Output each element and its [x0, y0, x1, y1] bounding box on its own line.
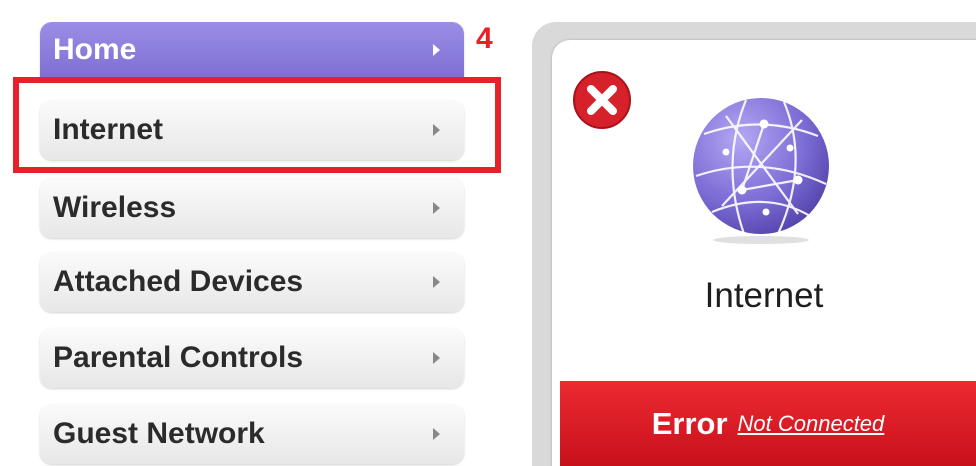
menu-item-wireless[interactable]: Wireless [40, 178, 464, 238]
chevron-right-icon [433, 352, 440, 364]
menu-item-label: Guest Network [53, 417, 265, 450]
menu-item-home[interactable]: Home [40, 22, 464, 77]
chevron-right-icon [433, 276, 440, 288]
menu-item-label: Attached Devices [53, 265, 304, 298]
chevron-right-icon [433, 202, 440, 214]
menu-item-label: Parental Controls [53, 341, 304, 374]
menu-item-attached-devices[interactable]: Attached Devices [40, 252, 464, 312]
menu-item-internet[interactable]: Internet [40, 100, 464, 160]
step-number-annotation: 4 [476, 22, 493, 55]
card-title: Internet [704, 276, 824, 315]
status-bar: Error Not Connected [560, 381, 976, 466]
not-connected-link[interactable]: Not Connected [738, 411, 885, 437]
menu-item-label: Wireless [53, 191, 177, 224]
menu-item-guest-network[interactable]: Guest Network [40, 404, 464, 464]
router-dashboard: Home Internet Wireless Attached Devices … [0, 0, 976, 466]
globe-network-icon [693, 98, 829, 244]
menu-item-label: Home [53, 32, 137, 66]
status-error-label: Error [651, 405, 728, 441]
error-x-icon [573, 71, 631, 129]
menu-item-label: Internet [53, 113, 164, 146]
chevron-right-icon [433, 43, 440, 56]
menu-item-parental-controls[interactable]: Parental Controls [40, 328, 464, 388]
chevron-right-icon [433, 124, 440, 136]
chevron-right-icon [433, 428, 440, 440]
